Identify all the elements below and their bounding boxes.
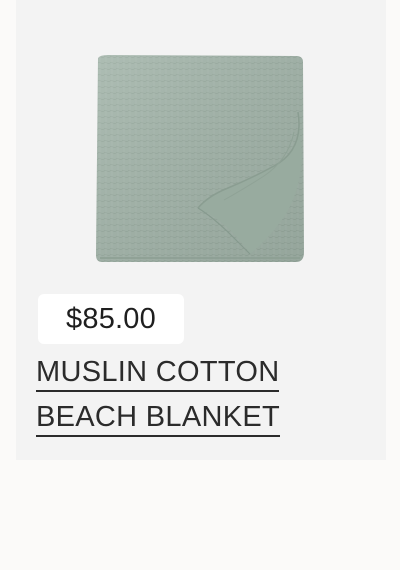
price-text: $85.00 bbox=[66, 302, 156, 335]
folded-blanket-image bbox=[96, 55, 304, 262]
price-badge: $85.00 bbox=[38, 294, 184, 344]
product-image[interactable] bbox=[38, 0, 364, 290]
product-title-line-1[interactable]: MUSLIN COTTON bbox=[36, 354, 280, 392]
product-card[interactable]: $85.00 MUSLIN COTTON BEACH BLANKET bbox=[16, 0, 386, 460]
product-title-line-2[interactable]: BEACH BLANKET bbox=[36, 399, 281, 437]
product-title-link[interactable]: MUSLIN COTTON BEACH BLANKET bbox=[36, 351, 336, 441]
